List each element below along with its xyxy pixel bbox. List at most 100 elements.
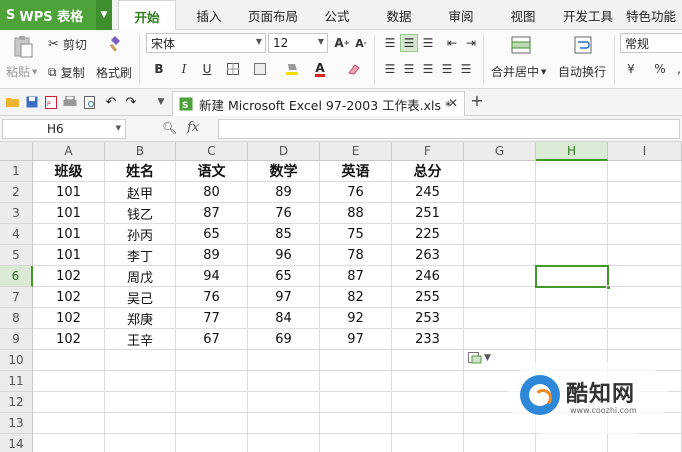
zoom-search-icon[interactable]: 🔍︎ — [162, 121, 177, 135]
empty-cell[interactable] — [105, 371, 176, 392]
table-cell[interactable]: 255 — [392, 287, 464, 308]
empty-cell[interactable] — [176, 413, 248, 434]
increase-font-icon[interactable]: A + — [333, 34, 351, 52]
table-cell[interactable]: 88 — [320, 203, 392, 224]
table-cell[interactable]: 246 — [392, 266, 464, 287]
align-right-icon[interactable]: ☰ — [419, 60, 437, 78]
align-center-icon[interactable]: ☰ — [400, 60, 418, 78]
table-cell[interactable]: 251 — [392, 203, 464, 224]
empty-cell[interactable] — [464, 287, 536, 308]
column-header-h[interactable]: H — [536, 142, 608, 161]
justify-icon[interactable]: ☰ — [438, 60, 456, 78]
currency-format-icon[interactable]: ¥ — [622, 60, 640, 78]
font-size-select[interactable]: 12 ▼ — [268, 33, 328, 53]
empty-cell[interactable] — [464, 266, 536, 287]
table-cell[interactable]: 孙丙 — [105, 224, 176, 245]
align-left-icon[interactable]: ☰ — [381, 60, 399, 78]
empty-cell[interactable] — [33, 392, 105, 413]
table-cell[interactable]: 97 — [248, 287, 320, 308]
empty-cell[interactable] — [608, 203, 682, 224]
table-cell[interactable]: 233 — [392, 329, 464, 350]
table-cell[interactable]: 77 — [176, 308, 248, 329]
table-cell[interactable]: 郑庚 — [105, 308, 176, 329]
new-tab-icon[interactable]: + — [470, 91, 484, 110]
empty-cell[interactable] — [176, 392, 248, 413]
empty-cell[interactable] — [464, 182, 536, 203]
indent-increase-icon[interactable]: ⇥ — [462, 34, 480, 52]
clear-format-icon[interactable] — [345, 60, 363, 78]
wrap-text-label[interactable]: 自动换行 — [558, 63, 606, 80]
table-cell[interactable]: 78 — [320, 245, 392, 266]
row-header[interactable]: 13 — [0, 413, 33, 434]
header-cell[interactable]: 总分 — [392, 161, 464, 182]
header-cell[interactable]: 班级 — [33, 161, 105, 182]
empty-cell[interactable] — [464, 161, 536, 182]
row-header[interactable]: 5 — [0, 245, 33, 266]
table-cell[interactable]: 82 — [320, 287, 392, 308]
empty-cell[interactable] — [464, 245, 536, 266]
table-cell[interactable]: 102 — [33, 329, 105, 350]
redo-icon[interactable]: ↷ — [124, 95, 138, 110]
empty-cell[interactable] — [536, 245, 608, 266]
tab-special-features[interactable]: 特色功能 — [626, 0, 682, 30]
empty-cell[interactable] — [105, 434, 176, 452]
column-header-i[interactable]: I — [608, 142, 682, 161]
table-cell[interactable]: 92 — [320, 308, 392, 329]
column-header-g[interactable]: G — [464, 142, 536, 161]
cut-button[interactable]: ✂ 剪切 — [48, 36, 87, 53]
row-header[interactable]: 12 — [0, 392, 33, 413]
header-cell[interactable]: 姓名 — [105, 161, 176, 182]
tab-page-layout[interactable]: 页面布局 — [244, 0, 302, 30]
merge-center-button[interactable]: 合并居中 ▼ — [491, 63, 546, 80]
table-cell[interactable]: 67 — [176, 329, 248, 350]
font-color-icon[interactable]: A — [311, 60, 329, 78]
undo-icon[interactable]: ↶ — [104, 95, 118, 110]
empty-cell[interactable] — [536, 203, 608, 224]
table-cell[interactable]: 吴己 — [105, 287, 176, 308]
empty-cell[interactable] — [536, 224, 608, 245]
empty-cell[interactable] — [536, 182, 608, 203]
empty-cell[interactable] — [105, 350, 176, 371]
empty-cell[interactable] — [536, 161, 608, 182]
wrap-text-icon[interactable] — [572, 34, 594, 56]
tab-view[interactable]: 视图 — [500, 0, 546, 30]
save-icon[interactable] — [25, 95, 39, 109]
table-cell[interactable]: 102 — [33, 308, 105, 329]
empty-cell[interactable] — [320, 434, 392, 452]
empty-cell[interactable] — [392, 434, 464, 452]
empty-cell[interactable] — [464, 329, 536, 350]
row-header[interactable]: 8 — [0, 308, 33, 329]
row-header[interactable]: 14 — [0, 434, 33, 452]
print-icon[interactable] — [63, 95, 77, 109]
table-cell[interactable]: 75 — [320, 224, 392, 245]
table-cell[interactable]: 王辛 — [105, 329, 176, 350]
tab-review[interactable]: 审阅 — [438, 0, 484, 30]
header-cell[interactable]: 语文 — [176, 161, 248, 182]
tab-insert[interactable]: 插入 — [186, 0, 232, 30]
empty-cell[interactable] — [536, 434, 608, 452]
row-header[interactable]: 1 — [0, 161, 33, 182]
table-cell[interactable]: 87 — [176, 203, 248, 224]
percent-button[interactable]: % — [651, 60, 669, 78]
empty-cell[interactable] — [464, 434, 536, 452]
font-name-select[interactable]: 宋体 ▼ — [146, 33, 266, 53]
empty-cell[interactable] — [536, 308, 608, 329]
empty-cell[interactable] — [392, 413, 464, 434]
align-top-icon[interactable]: ☰ — [381, 34, 399, 52]
empty-cell[interactable] — [176, 350, 248, 371]
row-header[interactable]: 9 — [0, 329, 33, 350]
table-cell[interactable]: 李丁 — [105, 245, 176, 266]
empty-cell[interactable] — [536, 287, 608, 308]
empty-cell[interactable] — [105, 392, 176, 413]
empty-cell[interactable] — [608, 245, 682, 266]
table-cell[interactable]: 76 — [248, 203, 320, 224]
document-tab[interactable]: S 新建 Microsoft Excel 97-2003 工作表.xls * ✕ — [172, 91, 465, 116]
print-preview-icon[interactable] — [83, 95, 97, 109]
table-cell[interactable]: 102 — [33, 266, 105, 287]
table-cell[interactable]: 周戊 — [105, 266, 176, 287]
name-box[interactable]: H6 ▼ — [2, 119, 126, 139]
table-cell[interactable]: 89 — [248, 182, 320, 203]
table-cell[interactable]: 65 — [248, 266, 320, 287]
empty-cell[interactable] — [320, 392, 392, 413]
column-header-c[interactable]: C — [176, 142, 248, 161]
